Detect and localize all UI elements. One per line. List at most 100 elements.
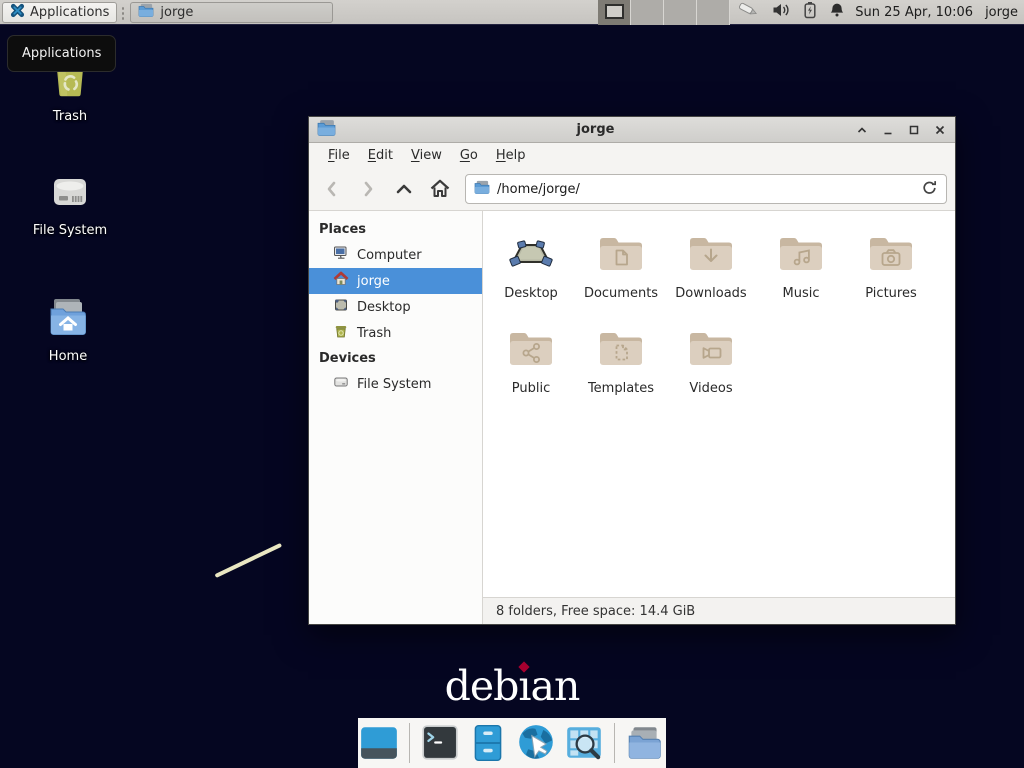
reload-icon[interactable] — [921, 179, 938, 200]
dock-separator — [409, 723, 410, 763]
menu-edit[interactable]: Edit — [359, 145, 402, 166]
folder-item-public[interactable]: Public — [486, 314, 576, 409]
tasklist-handle[interactable] — [119, 5, 128, 20]
sidebar-item-file-system[interactable]: File System — [309, 371, 482, 397]
toolbar: /home/jorge/ — [309, 168, 955, 211]
sidebar-item-desktop[interactable]: Desktop — [309, 294, 482, 320]
folder-dock-icon[interactable] — [624, 721, 666, 765]
desktop-icon-label: File System — [22, 223, 118, 238]
sidebar-header-places: Places — [309, 217, 482, 242]
menu-view[interactable]: View — [402, 145, 451, 166]
web-browser-icon[interactable] — [515, 721, 557, 765]
window-content: Places Computer — [309, 211, 955, 624]
folder-item-music[interactable]: Music — [756, 219, 846, 314]
menu-go[interactable]: Go — [451, 145, 487, 166]
folder-label: Videos — [689, 381, 732, 396]
trash-small-icon — [333, 323, 349, 343]
system-tray — [738, 1, 845, 23]
folder-item-downloads[interactable]: Downloads — [666, 219, 756, 314]
videos-folder-icon — [687, 323, 735, 375]
dock-panel — [358, 718, 666, 768]
folder-item-pictures[interactable]: Pictures — [846, 219, 936, 314]
desktop-icon-home[interactable]: Home — [20, 294, 116, 364]
computer-icon — [333, 245, 349, 265]
sidebar-item-label: Desktop — [357, 300, 411, 315]
folder-item-videos[interactable]: Videos — [666, 314, 756, 409]
folder-item-templates[interactable]: Templates — [576, 314, 666, 409]
applications-menu-label: Applications — [30, 5, 109, 20]
window-folder-icon — [317, 119, 336, 140]
workspace-1[interactable] — [598, 0, 631, 25]
titlebar[interactable]: jorge — [309, 117, 955, 143]
minimize-button[interactable] — [881, 123, 895, 137]
menu-file[interactable]: File — [319, 145, 359, 166]
terminal-icon[interactable] — [419, 721, 461, 765]
path-input[interactable]: /home/jorge/ — [497, 182, 914, 197]
folder-label: Desktop — [504, 286, 558, 301]
pictures-folder-icon — [867, 228, 915, 280]
desktop-icon — [333, 297, 349, 317]
folder-item-desktop[interactable]: Desktop — [486, 219, 576, 314]
workspace-switcher[interactable] — [598, 0, 730, 25]
public-folder-icon — [507, 323, 555, 375]
sidebar-item-label: jorge — [357, 274, 390, 289]
mouse-cursor — [214, 543, 281, 578]
sidebar-header-devices: Devices — [309, 346, 482, 371]
forward-button[interactable] — [353, 174, 383, 204]
desktop-icon-label: Trash — [22, 109, 118, 124]
workspace-window-thumbnail — [605, 4, 624, 19]
top-panel: Applications jorge — [0, 0, 1024, 25]
notifications-bell-icon[interactable] — [829, 2, 845, 22]
sidebar-item-trash[interactable]: Trash — [309, 320, 482, 346]
sidebar-item-label: Computer — [357, 248, 422, 263]
folder-item-documents[interactable]: Documents — [576, 219, 666, 314]
home-button[interactable] — [425, 174, 455, 204]
up-button[interactable] — [389, 174, 419, 204]
maximize-button[interactable] — [907, 123, 921, 137]
sidebar-item-computer[interactable]: Computer — [309, 242, 482, 268]
statusbar: 8 folders, Free space: 14.4 GiB — [483, 597, 955, 624]
path-bar[interactable]: /home/jorge/ — [465, 174, 947, 204]
show-desktop-icon[interactable] — [358, 721, 400, 765]
statusbar-text: 8 folders, Free space: 14.4 GiB — [496, 604, 695, 619]
debian-wordmark: debıan — [445, 662, 580, 710]
sidebar: Places Computer — [309, 211, 483, 624]
desktop-pad-icon — [507, 228, 555, 280]
templates-folder-icon — [597, 323, 645, 375]
close-button[interactable] — [933, 123, 947, 137]
volume-icon[interactable] — [772, 2, 791, 22]
home-folder-icon — [44, 331, 92, 346]
menu-help[interactable]: Help — [487, 145, 535, 166]
file-grid: Desktop Documents — [483, 211, 955, 597]
window-title: jorge — [336, 122, 855, 137]
app-finder-icon[interactable] — [563, 721, 605, 765]
stylus-icon[interactable] — [738, 2, 760, 23]
file-manager-window: jorge File Edit View Go Help — [308, 116, 956, 625]
session-user-label[interactable]: jorge — [985, 5, 1018, 20]
hard-disk-icon — [46, 205, 94, 220]
debian-logo: debıan — [0, 662, 1024, 710]
applications-tooltip: Applications — [7, 35, 116, 72]
drive-icon — [333, 374, 349, 394]
home-icon — [333, 271, 349, 291]
folder-label: Pictures — [865, 286, 916, 301]
file-view[interactable]: Desktop Documents — [483, 211, 955, 624]
clock[interactable]: Sun 25 Apr, 10:06 — [855, 5, 973, 20]
shade-button[interactable] — [855, 123, 869, 137]
sidebar-item-label: File System — [357, 377, 431, 392]
workspace-2[interactable] — [631, 0, 664, 25]
battery-charging-icon[interactable] — [803, 1, 817, 23]
sidebar-item-jorge[interactable]: jorge — [309, 268, 482, 294]
workspace-3[interactable] — [664, 0, 697, 25]
taskbar-window-button[interactable]: jorge — [130, 2, 333, 23]
applications-menu-button[interactable]: Applications — [2, 2, 117, 23]
sidebar-item-label: Trash — [357, 326, 391, 341]
back-button[interactable] — [317, 174, 347, 204]
downloads-folder-icon — [687, 228, 735, 280]
workspace-4[interactable] — [697, 0, 730, 25]
trash-icon — [46, 91, 94, 106]
file-cabinet-icon[interactable] — [467, 721, 509, 765]
folder-label: Public — [512, 381, 550, 396]
taskbar-window-label: jorge — [160, 5, 193, 20]
desktop-icon-file-system[interactable]: File System — [22, 168, 118, 238]
